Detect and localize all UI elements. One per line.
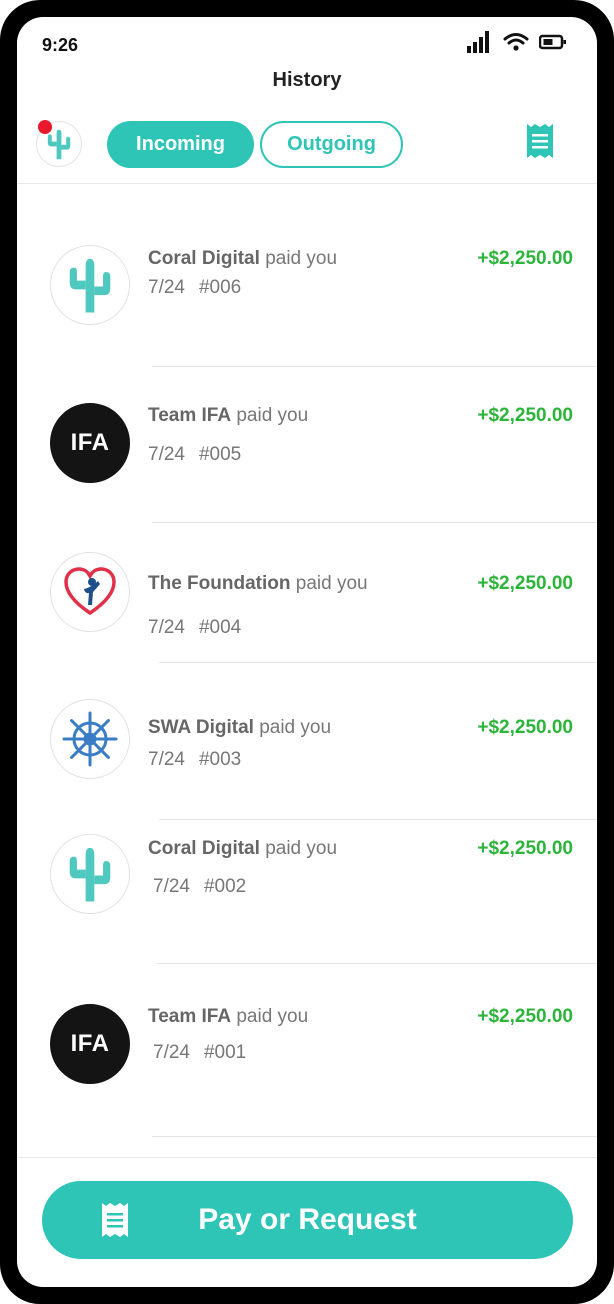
receipt-icon: [527, 124, 553, 158]
payer-logo: IFA: [50, 1004, 130, 1084]
payer-logo: IFA: [50, 403, 130, 483]
transaction-number: #002: [203, 876, 247, 897]
signal-icon: [467, 31, 489, 53]
transaction-action: paid you: [236, 1006, 309, 1027]
transaction-date: 7/24: [148, 749, 185, 770]
transaction-amount: +$2,250.00: [477, 717, 573, 738]
payer-logo: [50, 699, 130, 779]
app-screen: 9:26 History Incoming Outgoing Coral Dig…: [17, 17, 597, 1287]
payer-logo: [50, 552, 130, 632]
transaction-date: 7/24: [153, 876, 190, 897]
transaction-date: 7/24: [148, 617, 185, 638]
tab-incoming[interactable]: Incoming: [107, 121, 254, 168]
pay-button-label: Pay or Request: [198, 1203, 417, 1236]
status-time: 9:26: [42, 35, 79, 55]
transaction-amount: +$2,250.00: [477, 1006, 573, 1027]
transaction-amount: +$2,250.00: [477, 838, 573, 859]
transaction-amount: +$2,250.00: [477, 573, 573, 594]
transaction-title: Team IFA paid you: [148, 1006, 308, 1028]
battery-icon: [539, 34, 566, 50]
transaction-number: #004: [198, 617, 242, 638]
payer-name: Coral Digital: [148, 838, 260, 859]
payer-logo: [50, 245, 130, 325]
receipt-icon: [102, 1203, 128, 1237]
transaction-date: 7/24: [153, 1042, 190, 1063]
header-divider: [17, 183, 597, 184]
transaction-action: paid you: [295, 573, 368, 594]
footer-divider: [17, 1157, 597, 1158]
ifa-logo: IFA: [70, 1030, 110, 1057]
transaction-meta: 7/24 #003: [148, 749, 241, 771]
transaction-action: paid you: [265, 838, 338, 859]
transaction-meta: 7/24 #006: [148, 277, 241, 299]
heart-person-icon: [64, 567, 116, 616]
pay-or-request-button[interactable]: Pay or Request: [42, 1181, 573, 1259]
transaction-number: #006: [198, 277, 242, 298]
cactus-icon: [69, 258, 111, 313]
transaction-row[interactable]: Coral Digital paid you 7/24 #006 +$2,250.…: [17, 197, 597, 387]
transaction-meta: 7/24 #005: [148, 444, 241, 466]
transaction-number: #005: [198, 444, 242, 465]
transaction-action: paid you: [236, 405, 309, 426]
receipt-button[interactable]: [525, 122, 555, 165]
row-divider: [152, 1136, 597, 1137]
transaction-meta: 7/24 #002: [153, 876, 246, 898]
transaction-row[interactable]: Coral Digital paid you 7/24 #002 +$2,250.…: [17, 819, 597, 964]
payer-name: The Foundation: [148, 573, 291, 594]
transaction-title: SWA Digital paid you: [148, 717, 331, 739]
device-frame: 9:26 History Incoming Outgoing Coral Dig…: [0, 0, 614, 1304]
transaction-title: The Foundation paid you: [148, 573, 368, 595]
payer-name: Team IFA: [148, 405, 232, 426]
transaction-date: 7/24: [148, 277, 185, 298]
transaction-row[interactable]: IFA Team IFA paid you 7/24 #001 +$2,250.0…: [17, 963, 597, 1137]
transaction-amount: +$2,250.00: [477, 405, 573, 426]
transaction-meta: 7/24 #001: [153, 1042, 246, 1064]
transaction-row[interactable]: SWA Digital paid you 7/24 #003 +$2,250.00: [17, 662, 597, 820]
transaction-title: Team IFA paid you: [148, 405, 308, 427]
tab-outgoing[interactable]: Outgoing: [260, 121, 403, 168]
transaction-amount: +$2,250.00: [477, 248, 573, 269]
payer-name: Coral Digital: [148, 248, 260, 269]
transaction-meta: 7/24 #004: [148, 617, 241, 639]
transaction-row[interactable]: IFA Team IFA paid you 7/24 #005 +$2,250.0…: [17, 366, 597, 526]
ship-wheel-icon: [62, 711, 118, 767]
payer-name: Team IFA: [148, 1006, 232, 1027]
transaction-row[interactable]: The Foundation paid you 7/24 #004 +$2,250…: [17, 522, 597, 663]
ifa-logo: IFA: [70, 429, 110, 456]
transaction-action: paid you: [259, 717, 332, 738]
notification-dot: [38, 120, 52, 134]
transaction-number: #003: [198, 749, 242, 770]
payer-logo: [50, 834, 130, 914]
wifi-icon: [503, 33, 529, 51]
transaction-title: Coral Digital paid you: [148, 248, 337, 270]
cactus-icon: [69, 847, 111, 902]
transaction-date: 7/24: [148, 444, 185, 465]
transaction-number: #001: [203, 1042, 247, 1063]
status-icons: [467, 31, 567, 53]
page-title: History: [272, 69, 342, 91]
payer-name: SWA Digital: [148, 717, 254, 738]
transaction-action: paid you: [265, 248, 338, 269]
transaction-title: Coral Digital paid you: [148, 838, 337, 860]
